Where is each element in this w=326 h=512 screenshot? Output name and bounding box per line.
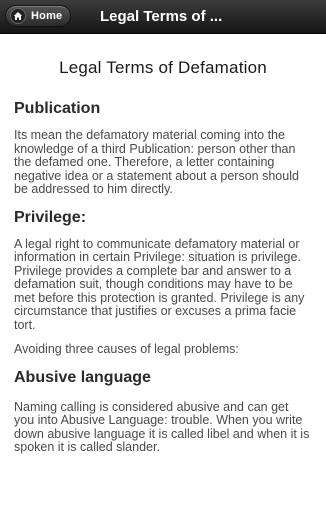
section-heading-privilege: Privilege: bbox=[14, 208, 87, 226]
article-content[interactable]: Legal Terms of Defamation Publication It… bbox=[0, 34, 326, 512]
home-icon bbox=[10, 8, 26, 24]
header-bar: Home Legal Terms of ... bbox=[0, 0, 326, 34]
section-text-publication: Its mean the defamatory material coming … bbox=[14, 128, 299, 196]
section-heading-publication: Publication bbox=[14, 100, 101, 117]
page-title: Legal Terms of Defamation bbox=[59, 58, 267, 77]
section-heading-abusive-language: Abusive language bbox=[14, 368, 151, 386]
section-text-abusive-language: Naming calling is considered abusive and… bbox=[14, 399, 310, 454]
header-title: Legal Terms of ... bbox=[100, 8, 223, 25]
section-text-privilege: A legal right to communicate defamatory … bbox=[14, 236, 305, 332]
home-button[interactable]: Home bbox=[5, 5, 72, 27]
section-note-avoiding: Avoiding three causes of legal problems: bbox=[14, 342, 239, 356]
home-button-label: Home bbox=[31, 10, 63, 22]
